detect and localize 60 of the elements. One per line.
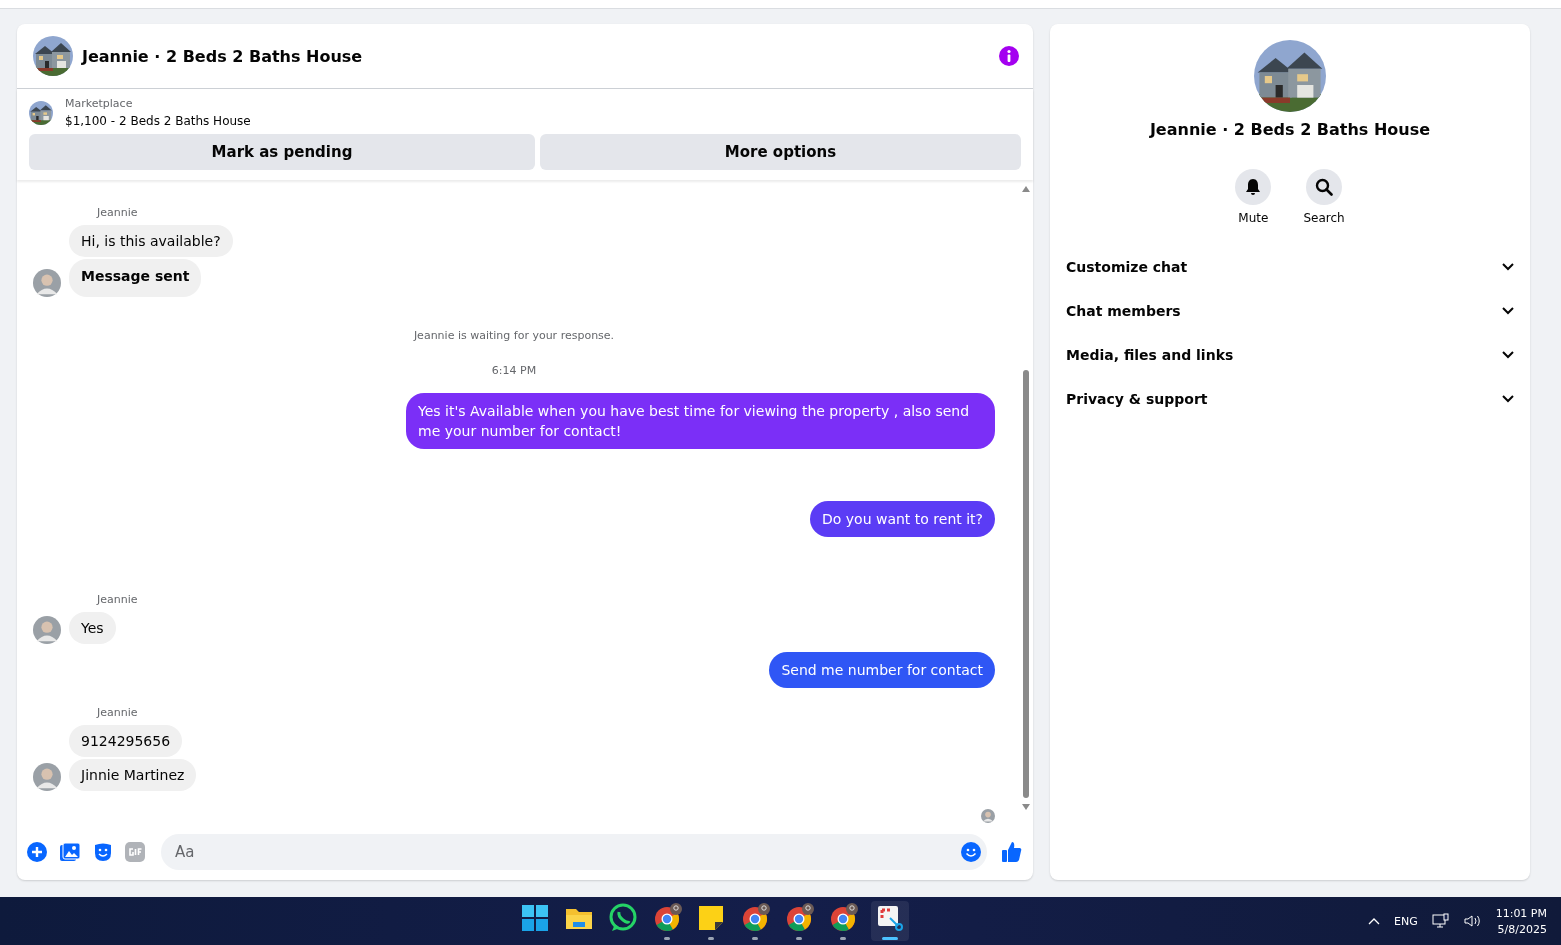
avatar xyxy=(33,763,61,791)
section-header[interactable]: Customize chat xyxy=(1058,245,1522,289)
message-field[interactable]: Aa xyxy=(161,834,987,870)
action-button[interactable]: More options xyxy=(540,134,1021,170)
section-header[interactable]: Chat members xyxy=(1058,289,1522,333)
listing-title[interactable]: $1,100 - 2 Beds 2 Baths House xyxy=(65,114,251,128)
message-input[interactable]: Aa xyxy=(173,842,961,862)
chat-title: Jeannie · 2 Beds 2 Baths House xyxy=(82,46,364,66)
network-icon[interactable] xyxy=(1431,913,1450,929)
bell-icon xyxy=(1245,178,1262,196)
message-bubble: Do you want to rent it? xyxy=(810,501,995,537)
sender-name: Jeannie xyxy=(97,593,139,606)
image-icon xyxy=(59,842,81,862)
profile-title: Jeannie · 2 Beds 2 Baths House xyxy=(1149,120,1431,139)
info-icon[interactable] xyxy=(999,46,1019,66)
windows-icon xyxy=(522,905,548,931)
avatar xyxy=(981,809,995,823)
chevron-icon xyxy=(1502,307,1514,315)
chat-bubble-icon xyxy=(609,903,637,931)
browser-icon xyxy=(787,903,814,931)
section-header[interactable]: Media, files and links xyxy=(1058,333,1522,377)
chevron-icon xyxy=(1502,395,1514,403)
message-bubble: Jinnie Martinez xyxy=(69,759,197,791)
message-bubble: Message sent xyxy=(69,259,202,297)
add-button[interactable] xyxy=(25,842,49,862)
browser-icon xyxy=(743,903,770,931)
browser-icon xyxy=(655,903,682,931)
listing-source: Marketplace xyxy=(65,97,134,110)
photo-button[interactable] xyxy=(57,842,83,862)
sender-name: Jeannie xyxy=(97,706,139,719)
language-indicator[interactable]: ENG xyxy=(1393,914,1418,928)
message-bubble: Send me number for contact xyxy=(769,652,995,688)
emoji-icon[interactable] xyxy=(961,842,981,862)
search-icon xyxy=(1315,178,1333,196)
sticky-note-icon xyxy=(699,906,723,930)
message-bubble: 9124295656 xyxy=(69,725,183,757)
status-text: Jeannie is waiting for your response. xyxy=(413,329,615,342)
speaker-icon[interactable] xyxy=(1463,913,1482,929)
avatar xyxy=(33,616,61,644)
message-bubble: Yes xyxy=(69,612,116,644)
clock-time[interactable]: 11:01 PM xyxy=(1495,906,1547,920)
taskbar-app[interactable] xyxy=(871,901,909,941)
chevron-icon xyxy=(1502,263,1514,271)
chevron-up-icon[interactable] xyxy=(1367,917,1380,925)
message-bubble: Yes it's Available when you have best time for viewing the property , also send me your number for contact! xyxy=(406,393,995,449)
sender-name: Jeannie xyxy=(97,206,139,219)
chevron-icon xyxy=(1502,351,1514,359)
gif-icon xyxy=(125,842,145,862)
action-button[interactable]: Mark as pending xyxy=(29,134,535,170)
sticker-icon xyxy=(93,842,113,862)
section-header[interactable]: Privacy & support xyxy=(1058,377,1522,421)
snipping-icon xyxy=(878,906,903,931)
browser-icon xyxy=(831,903,858,931)
clock-date[interactable]: 5/8/2025 xyxy=(1497,922,1547,936)
message-bubble: Hi, is this available? xyxy=(69,225,233,257)
folder-icon xyxy=(566,909,592,929)
plus-icon xyxy=(27,842,47,862)
timestamp: 6:14 PM xyxy=(491,364,537,377)
thumbs-up-icon xyxy=(1001,841,1023,863)
avatar xyxy=(33,269,61,297)
